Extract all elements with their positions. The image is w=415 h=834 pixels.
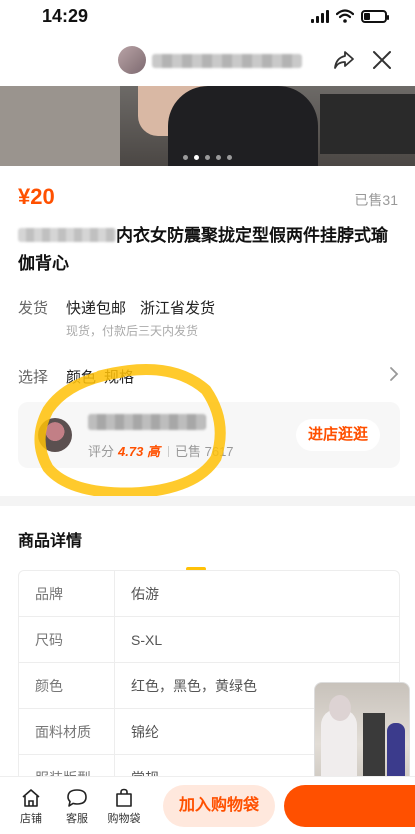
status-icons <box>311 9 389 23</box>
carousel-dot[interactable] <box>216 155 221 160</box>
shipping-option: 浙江省发货 <box>140 300 216 317</box>
shop-name-redacted[interactable] <box>88 414 206 430</box>
nav-bar <box>0 34 415 86</box>
carousel-dot[interactable] <box>194 155 199 160</box>
shipping-option: 快递包邮 <box>66 300 127 317</box>
wifi-icon <box>336 9 354 23</box>
spec-key: 颜色 <box>19 663 115 708</box>
bottom-action-bar: 店铺 客服 购物袋 加入购物袋 <box>0 776 415 834</box>
share-icon[interactable] <box>331 47 357 73</box>
select-option[interactable]: 颜色 <box>66 369 96 386</box>
battery-level <box>364 12 370 20</box>
chevron-right-icon[interactable] <box>387 364 401 384</box>
shop-rating-value: 4.73 高 <box>118 444 160 459</box>
product-image-carousel[interactable] <box>0 86 415 166</box>
spec-value: S-XL <box>131 632 163 648</box>
details-title: 商品详情 <box>18 533 83 550</box>
tab-label: 客服 <box>66 813 88 825</box>
buy-now-button[interactable] <box>284 785 415 827</box>
shop-icon <box>22 789 40 807</box>
select-option[interactable]: 规格 <box>104 369 134 386</box>
spec-row: 品牌 佑游 <box>19 571 399 617</box>
shop-avatar-small[interactable] <box>118 46 146 74</box>
battery-icon <box>361 9 389 23</box>
shipping-options: 快递包邮 浙江省发货 <box>66 297 229 318</box>
signal-icon <box>311 9 329 23</box>
shipping-label: 发货 <box>18 300 49 317</box>
carousel-dots <box>0 155 415 160</box>
divider <box>167 446 169 457</box>
shop-rating-level: 高 <box>146 444 160 459</box>
spec-key: 面料材质 <box>19 709 115 754</box>
spec-value: 佑游 <box>131 586 159 602</box>
tab-label: 店铺 <box>20 813 42 825</box>
shop-name-redacted[interactable] <box>152 54 302 68</box>
hero-gym-bench <box>320 94 415 154</box>
enter-shop-button[interactable]: 进店逛逛 <box>296 419 380 451</box>
shipping-note: 现货，付款后三天内发货 <box>66 324 199 338</box>
close-icon[interactable] <box>369 47 395 73</box>
shop-rating-number: 4.73 <box>118 444 144 459</box>
status-time: 14:29 <box>42 6 89 26</box>
section-divider <box>0 496 415 506</box>
shop-meta: 评分 4.73 高已售 7617 <box>88 441 234 460</box>
bag-icon <box>116 788 132 807</box>
tab-shop[interactable]: 店铺 <box>9 787 53 826</box>
tab-label: 购物袋 <box>107 813 141 825</box>
add-to-cart-button[interactable]: 加入购物袋 <box>163 785 275 827</box>
spec-value: 锦纶 <box>131 724 159 740</box>
video-gym-rack <box>363 713 385 783</box>
product-title: 内衣女防震聚拢定型假两件挂脖式瑜伽背心 <box>18 222 400 278</box>
chat-icon <box>67 789 87 807</box>
carousel-dot[interactable] <box>205 155 210 160</box>
price-row: ¥20 已售31 <box>18 184 398 212</box>
shop-sold-value: 7617 <box>204 444 234 459</box>
title-redacted <box>18 228 116 242</box>
spec-key: 品牌 <box>19 571 115 616</box>
status-bar: 14:29 <box>0 0 415 34</box>
shop-sold-label: 已售 <box>174 444 201 459</box>
sold-count: 已售31 <box>354 192 398 208</box>
shop-card[interactable]: 评分 4.73 高已售 7617 进店逛逛 <box>18 402 400 468</box>
spec-key: 尺码 <box>19 617 115 662</box>
product-detail-page: 14:29 ¥20 已售31 内衣女防震聚拢定型假两件挂脖式瑜伽背心 发货 快递… <box>0 0 415 834</box>
spec-row: 尺码 S-XL <box>19 617 399 663</box>
hero-background <box>0 86 120 166</box>
shop-rating-label: 评分 <box>88 444 115 459</box>
carousel-dot[interactable] <box>183 155 188 160</box>
select-options[interactable]: 颜色 规格 <box>66 366 142 387</box>
carousel-dot[interactable] <box>227 155 232 160</box>
price: ¥20 <box>18 184 55 209</box>
hero-model-legging <box>168 86 318 166</box>
select-label[interactable]: 选择 <box>18 366 48 387</box>
spec-value: 红色，黑色，黄绿色 <box>131 678 257 694</box>
shop-avatar[interactable] <box>38 418 72 452</box>
video-figure-head <box>329 695 351 721</box>
tab-customer-service[interactable]: 客服 <box>55 787 99 826</box>
tab-shopping-bag[interactable]: 购物袋 <box>102 787 146 826</box>
